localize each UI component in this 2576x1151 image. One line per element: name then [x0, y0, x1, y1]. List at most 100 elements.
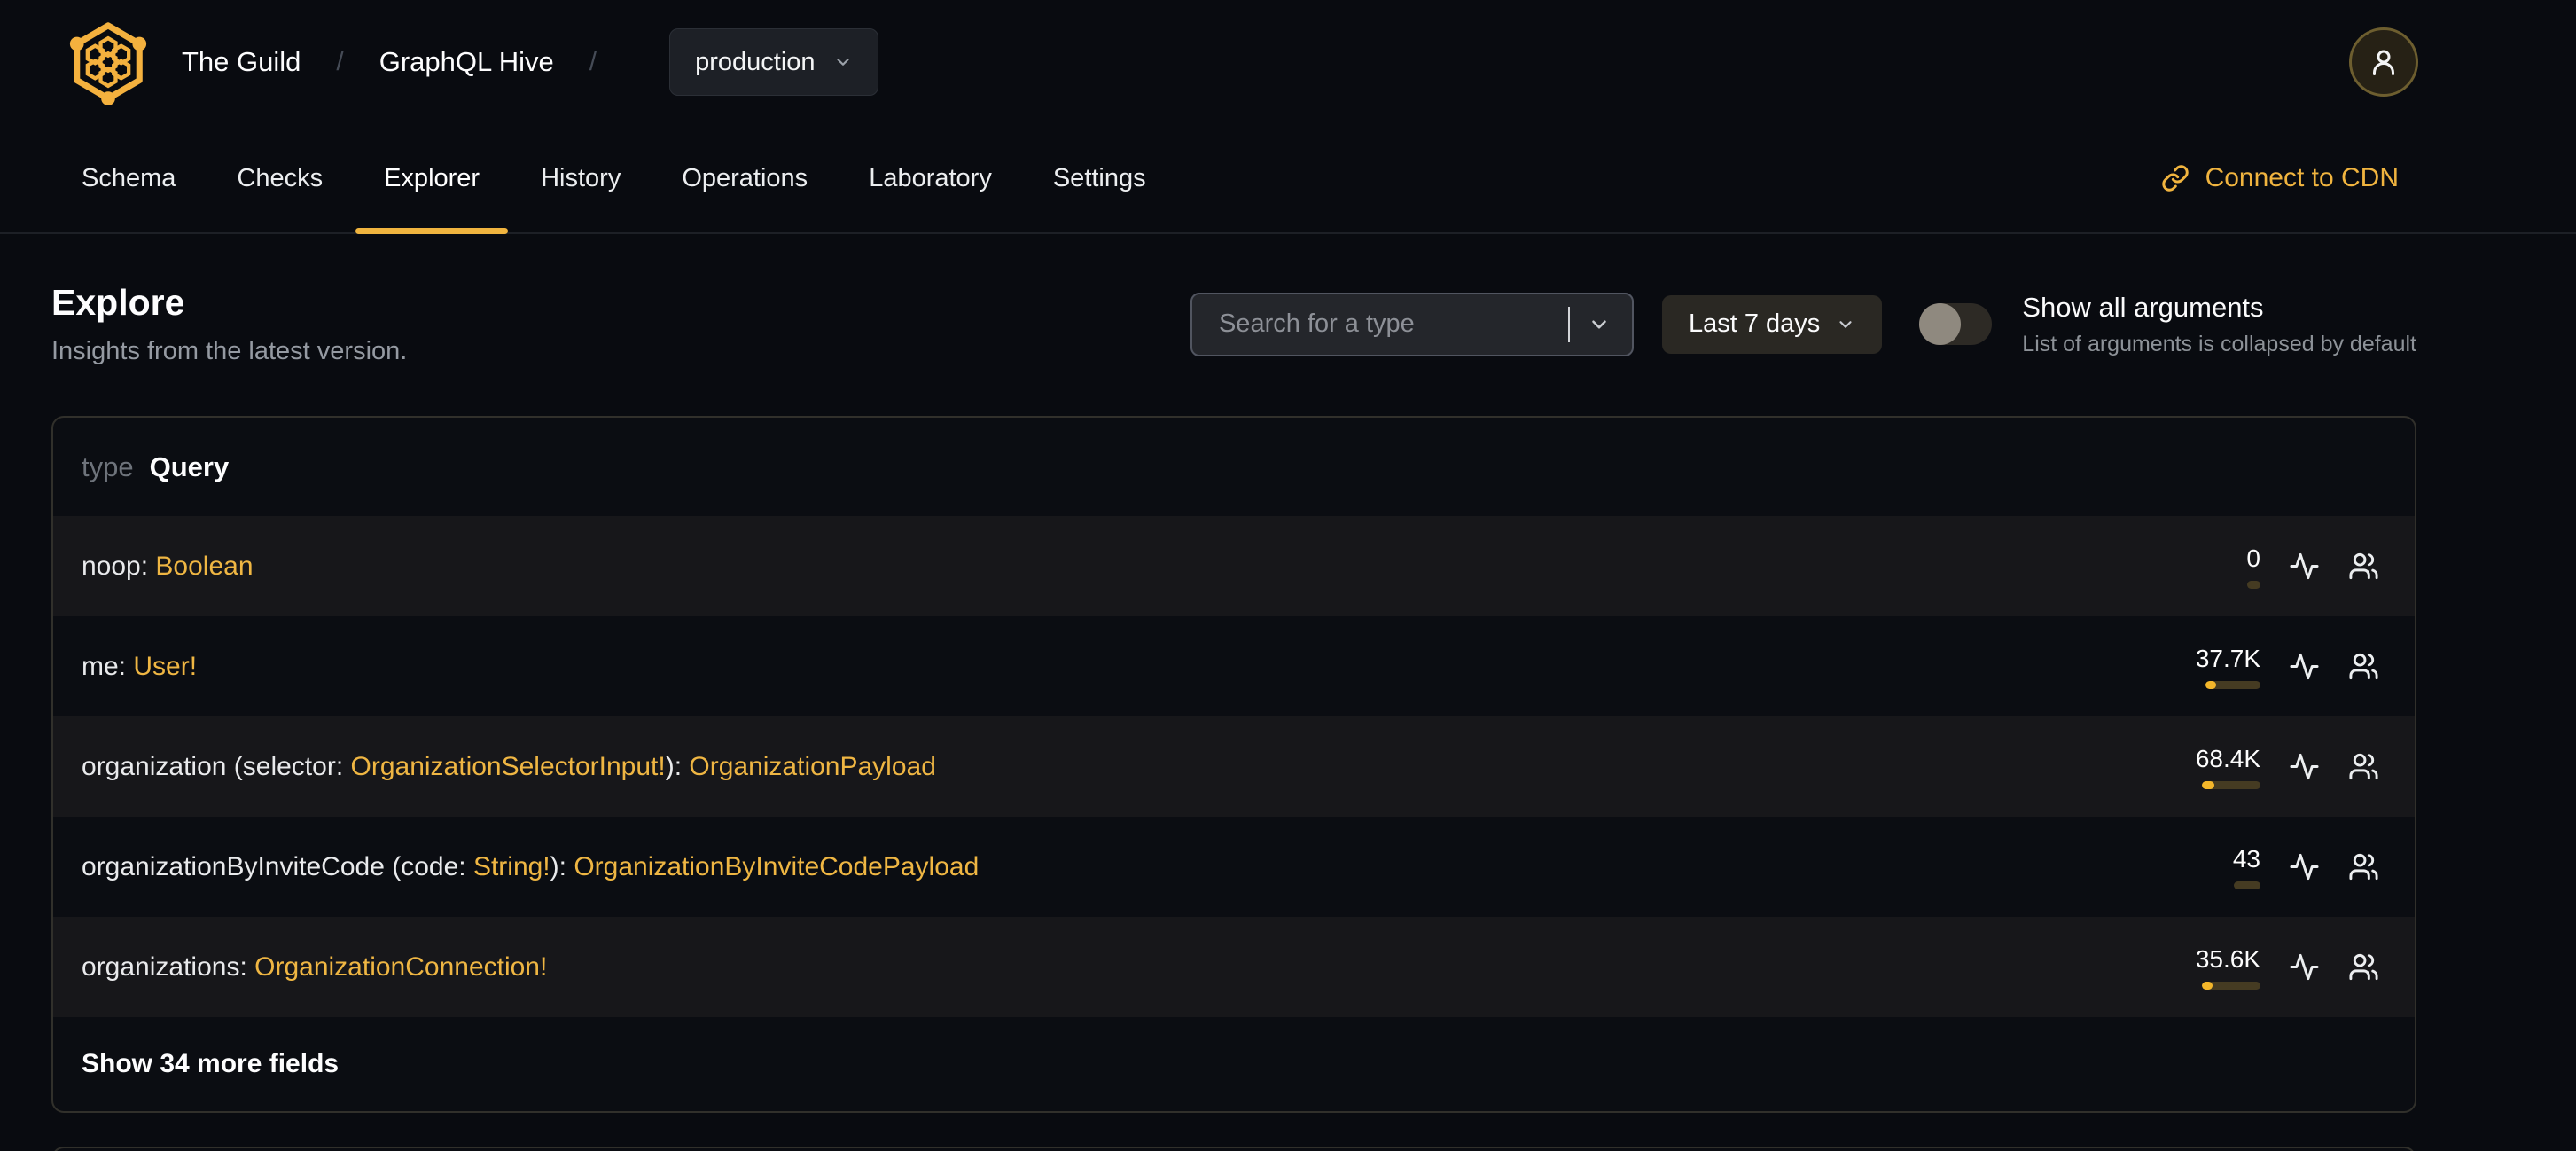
field-row-organizations[interactable]: organizations: OrganizationConnection! 3…	[53, 917, 2415, 1017]
field-activity-button[interactable]	[2289, 951, 2320, 983]
hive-logo-icon	[69, 22, 147, 105]
usage-stack: 43	[2186, 845, 2260, 889]
chevron-down-icon	[836, 59, 849, 66]
app-header: The Guild / GraphQL Hive / production	[0, 0, 2576, 124]
usage-bar	[2234, 881, 2260, 889]
usage-count: 43	[2232, 844, 2260, 873]
type-name[interactable]: Query	[150, 451, 230, 483]
page-subtitle: Insights from the latest version.	[51, 337, 408, 365]
usage-bar	[2247, 580, 2260, 589]
field-activity-button[interactable]	[2289, 651, 2320, 682]
target-selector-value: production	[695, 47, 816, 76]
breadcrumb: The Guild / GraphQL Hive / production	[182, 28, 878, 96]
field-clients-button[interactable]	[2348, 951, 2379, 983]
type-link[interactable]: String!	[473, 852, 550, 881]
tab-operations[interactable]: Operations	[653, 124, 836, 232]
toggle-knob	[1919, 303, 1962, 345]
users-icon	[2349, 653, 2378, 680]
toggle-subtitle: List of arguments is collapsed by defaul…	[2022, 331, 2416, 356]
explorer-page: Explore Insights from the latest version…	[0, 282, 2576, 1151]
field-clients-button[interactable]	[2348, 651, 2379, 682]
field-signature: organization (selector: OrganizationSele…	[82, 751, 936, 781]
type-card-query: type Query noop: Boolean 0 me: User! 37.…	[51, 416, 2416, 1113]
field-signature: organizations: OrganizationConnection!	[82, 951, 548, 982]
activity-icon	[2290, 953, 2319, 981]
activity-icon	[2290, 853, 2319, 881]
field-signature: organizationByInviteCode (code: String!)…	[82, 851, 980, 881]
combobox-divider	[1567, 306, 1570, 342]
chevron-down-icon	[1839, 320, 1852, 328]
type-link[interactable]: Boolean	[155, 552, 253, 581]
connect-to-cdn-label: Connect to CDN	[2205, 163, 2399, 192]
field-activity-button[interactable]	[2289, 551, 2320, 582]
type-link[interactable]: User!	[133, 652, 197, 681]
type-kind-label: type	[82, 450, 134, 482]
show-all-arguments-toggle[interactable]	[1919, 303, 1993, 345]
field-row-noop[interactable]: noop: Boolean 0	[53, 516, 2415, 616]
tab-history[interactable]: History	[512, 124, 649, 232]
usage-count: 35.6K	[2195, 944, 2260, 973]
toggle-labels: Show all arguments List of arguments is …	[2022, 292, 2416, 357]
type-link[interactable]: OrganizationConnection!	[254, 952, 547, 982]
tab-settings[interactable]: Settings	[1025, 124, 1175, 232]
users-icon	[2349, 853, 2378, 881]
type-card-header: type Query	[53, 418, 2415, 516]
tab-explorer[interactable]: Explorer	[355, 124, 509, 234]
usage-bar	[2205, 680, 2260, 689]
usage-bar	[2202, 780, 2260, 789]
field-metrics: 68.4K	[2186, 745, 2379, 789]
field-metrics: 35.6K	[2186, 945, 2379, 990]
usage-bar-fill	[2202, 780, 2214, 789]
breadcrumb-project[interactable]: GraphQL Hive	[379, 46, 554, 78]
field-metrics: 43	[2186, 845, 2379, 889]
type-search-placeholder: Search for a type	[1218, 309, 1415, 338]
users-icon	[2349, 953, 2378, 981]
field-activity-button[interactable]	[2289, 851, 2320, 882]
type-link[interactable]: OrganizationSelectorInput!	[351, 752, 666, 781]
usage-stack: 35.6K	[2186, 945, 2260, 990]
chevron-down-icon[interactable]	[1588, 313, 1611, 336]
target-selector-button[interactable]: production	[669, 28, 878, 96]
usage-count: 0	[2246, 544, 2260, 572]
page-title: Explore	[51, 282, 185, 323]
field-metrics: 37.7K	[2186, 645, 2379, 689]
field-row-me[interactable]: me: User! 37.7K	[53, 616, 2415, 716]
tab-checks[interactable]: Checks	[208, 124, 351, 232]
breadcrumb-org[interactable]: The Guild	[182, 46, 301, 78]
field-activity-button[interactable]	[2289, 751, 2320, 782]
usage-bar-fill	[2202, 981, 2213, 990]
users-icon	[2349, 753, 2378, 780]
usage-stack: 37.7K	[2186, 645, 2260, 689]
field-signature: noop: Boolean	[82, 551, 254, 581]
type-search-combobox[interactable]: Search for a type	[1190, 292, 1634, 356]
usage-bar	[2202, 981, 2260, 990]
link-icon	[2161, 165, 2189, 192]
field-row-organization[interactable]: organization (selector: OrganizationSele…	[53, 716, 2415, 817]
field-row-organizationByInviteCode[interactable]: organizationByInviteCode (code: String!)…	[53, 817, 2415, 917]
field-clients-button[interactable]	[2348, 851, 2379, 882]
usage-count: 68.4K	[2195, 744, 2260, 772]
connect-to-cdn-link[interactable]: Connect to CDN	[2161, 163, 2399, 193]
breadcrumb-separator: /	[336, 47, 344, 76]
date-range-button[interactable]: Last 7 days	[1661, 294, 1883, 354]
field-clients-button[interactable]	[2348, 751, 2379, 782]
user-menu-button[interactable]	[2349, 27, 2418, 97]
field-clients-button[interactable]	[2348, 551, 2379, 582]
page-head: Explore Insights from the latest version…	[51, 282, 2416, 366]
usage-stack: 68.4K	[2186, 745, 2260, 789]
activity-icon	[2290, 552, 2319, 580]
type-link[interactable]: OrganizationByInviteCodePayload	[574, 852, 979, 881]
type-link[interactable]: OrganizationPayload	[689, 752, 936, 781]
toggle-title: Show all arguments	[2022, 291, 2264, 323]
tab-schema[interactable]: Schema	[53, 124, 204, 232]
show-more-fields-button[interactable]: Show 34 more fields	[53, 1017, 2415, 1111]
usage-bar-fill	[2205, 680, 2216, 689]
tab-laboratory[interactable]: Laboratory	[840, 124, 1020, 232]
activity-icon	[2290, 753, 2319, 780]
date-range-value: Last 7 days	[1688, 309, 1821, 338]
explorer-controls: Search for a type Last 7 days Show all a…	[1190, 292, 2416, 357]
activity-icon	[2290, 653, 2319, 680]
usage-count: 37.7K	[2195, 644, 2260, 672]
usage-stack: 0	[2186, 544, 2260, 589]
user-icon	[2373, 50, 2394, 75]
